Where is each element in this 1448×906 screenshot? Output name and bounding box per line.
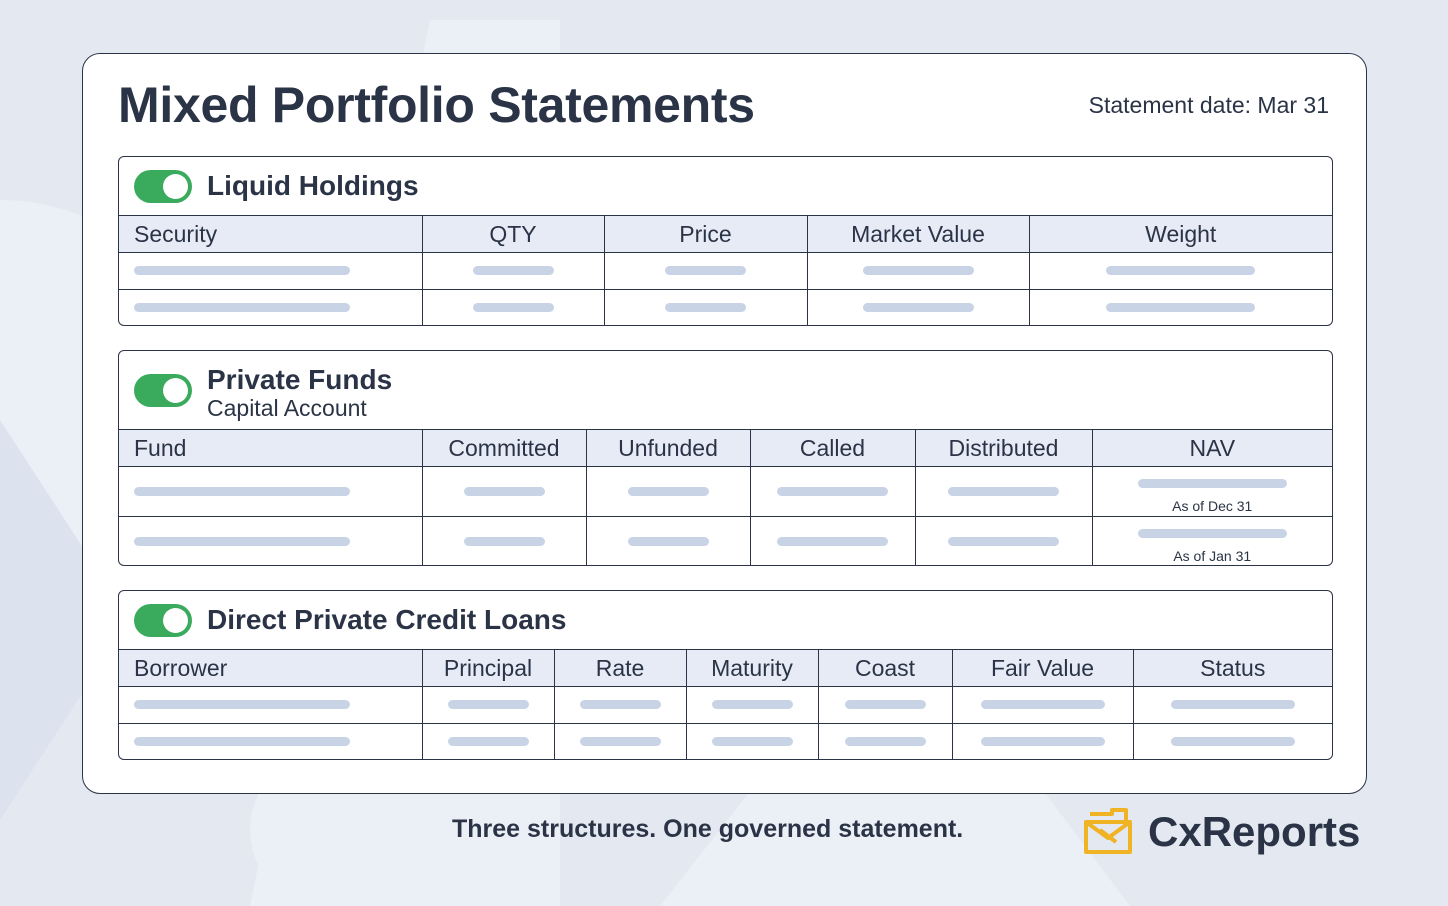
placeholder-cell: [750, 516, 916, 565]
placeholder-cell: [1133, 723, 1332, 759]
liquid-holdings-table: Security QTY Price Market Value Weight: [119, 215, 1332, 325]
section-title: Liquid Holdings: [207, 170, 419, 201]
nav-cell: As of Dec 31: [1092, 467, 1332, 517]
col-header-nav: NAV: [1092, 429, 1332, 467]
placeholder-cell: [119, 252, 423, 290]
col-header-fund: Fund: [119, 429, 423, 467]
page-title: Mixed Portfolio Statements: [118, 77, 755, 133]
placeholder-cell: [604, 252, 808, 290]
section-subtitle: Capital Account: [207, 395, 367, 421]
placeholder-cell: [1133, 687, 1332, 724]
placeholder-cell: [422, 252, 605, 290]
col-header-price: Price: [604, 215, 808, 253]
placeholder-cell: [586, 516, 751, 565]
table-row: As of Dec 31: [119, 466, 1332, 517]
placeholder-cell: [686, 686, 819, 724]
private-funds-table: Fund Committed Unfunded Called Distribut…: [119, 429, 1332, 565]
placeholder-cell: [818, 723, 953, 759]
toggle-knob: [163, 378, 188, 403]
placeholder-cell: [554, 686, 687, 724]
placeholder-cell: [422, 289, 605, 325]
toggle-knob: [163, 608, 188, 633]
col-header-qty: QTY: [422, 215, 605, 253]
direct-credit-loans-table: Borrower Principal Rate Maturity Coast F…: [119, 649, 1332, 759]
col-header-borrower: Borrower: [119, 649, 423, 687]
statement-date: Statement date: Mar 31: [1088, 92, 1329, 118]
nav-as-of-note: As of Dec 31: [1172, 498, 1253, 514]
col-header-committed: Committed: [422, 429, 587, 467]
placeholder-cell: [119, 289, 423, 325]
col-header-called: Called: [750, 429, 916, 467]
col-header-status: Status: [1133, 649, 1332, 687]
brand-name: CxReports: [1148, 808, 1361, 855]
section-private-funds: Private Funds Capital Account Fund Commi…: [118, 350, 1333, 566]
statement-card: Mixed Portfolio Statements Statement dat…: [82, 53, 1367, 794]
placeholder-cell: [119, 516, 423, 565]
section-header: Liquid Holdings: [119, 157, 1332, 215]
section-liquid-holdings: Liquid Holdings Security QTY Price Marke…: [118, 156, 1333, 326]
col-header-weight: Weight: [1029, 215, 1332, 253]
section-header: Private Funds Capital Account: [119, 351, 1332, 429]
liquid-holdings-toggle[interactable]: [134, 170, 192, 203]
table-row: [119, 723, 1332, 759]
placeholder-cell: [952, 686, 1134, 724]
placeholder-cell: [422, 686, 555, 724]
placeholder-cell: [422, 516, 587, 565]
placeholder-cell: [915, 466, 1093, 517]
cxreports-logo-icon: [1084, 808, 1132, 854]
placeholder-cell: [119, 466, 423, 517]
col-header-principal: Principal: [422, 649, 555, 687]
footer-tagline: Three structures. One governed statement…: [452, 815, 964, 843]
col-header-fair-value: Fair Value: [952, 649, 1134, 687]
col-header-distributed: Distributed: [915, 429, 1093, 467]
col-header-unfunded: Unfunded: [586, 429, 751, 467]
placeholder-cell: [604, 289, 808, 325]
placeholder-cell: [119, 723, 423, 759]
col-header-security: Security: [119, 215, 423, 253]
placeholder-cell: [818, 686, 953, 724]
placeholder-cell: [119, 686, 423, 724]
placeholder-cell: [686, 723, 819, 759]
nav-cell: As of Jan 31: [1092, 516, 1332, 565]
placeholder-cell: [952, 723, 1134, 759]
col-header-rate: Rate: [554, 649, 687, 687]
placeholder-cell: [422, 466, 587, 517]
placeholder-cell: [750, 466, 916, 517]
placeholder-cell: [1029, 289, 1332, 325]
section-header: Direct Private Credit Loans: [119, 591, 1332, 649]
placeholder-cell: [807, 289, 1030, 325]
placeholder-cell: [554, 723, 687, 759]
placeholder-cell: [422, 723, 555, 759]
section-title: Direct Private Credit Loans: [207, 604, 567, 635]
table-row: [119, 686, 1332, 724]
col-header-coast: Coast: [818, 649, 953, 687]
section-direct-private-credit-loans: Direct Private Credit Loans Borrower Pri…: [118, 590, 1333, 760]
private-funds-toggle[interactable]: [134, 374, 192, 407]
toggle-knob: [163, 174, 188, 199]
col-header-maturity: Maturity: [686, 649, 819, 687]
col-header-market-value: Market Value: [807, 215, 1030, 253]
direct-credit-loans-toggle[interactable]: [134, 604, 192, 637]
table-row: [119, 289, 1332, 325]
table-row: As of Jan 31: [119, 516, 1332, 565]
placeholder-cell: [807, 252, 1030, 290]
section-title: Private Funds: [207, 364, 393, 395]
placeholder-cell: [1029, 253, 1332, 290]
placeholder-cell: [586, 466, 751, 517]
table-row: [119, 252, 1332, 290]
placeholder-cell: [915, 516, 1093, 565]
nav-as-of-note: As of Jan 31: [1173, 547, 1252, 564]
